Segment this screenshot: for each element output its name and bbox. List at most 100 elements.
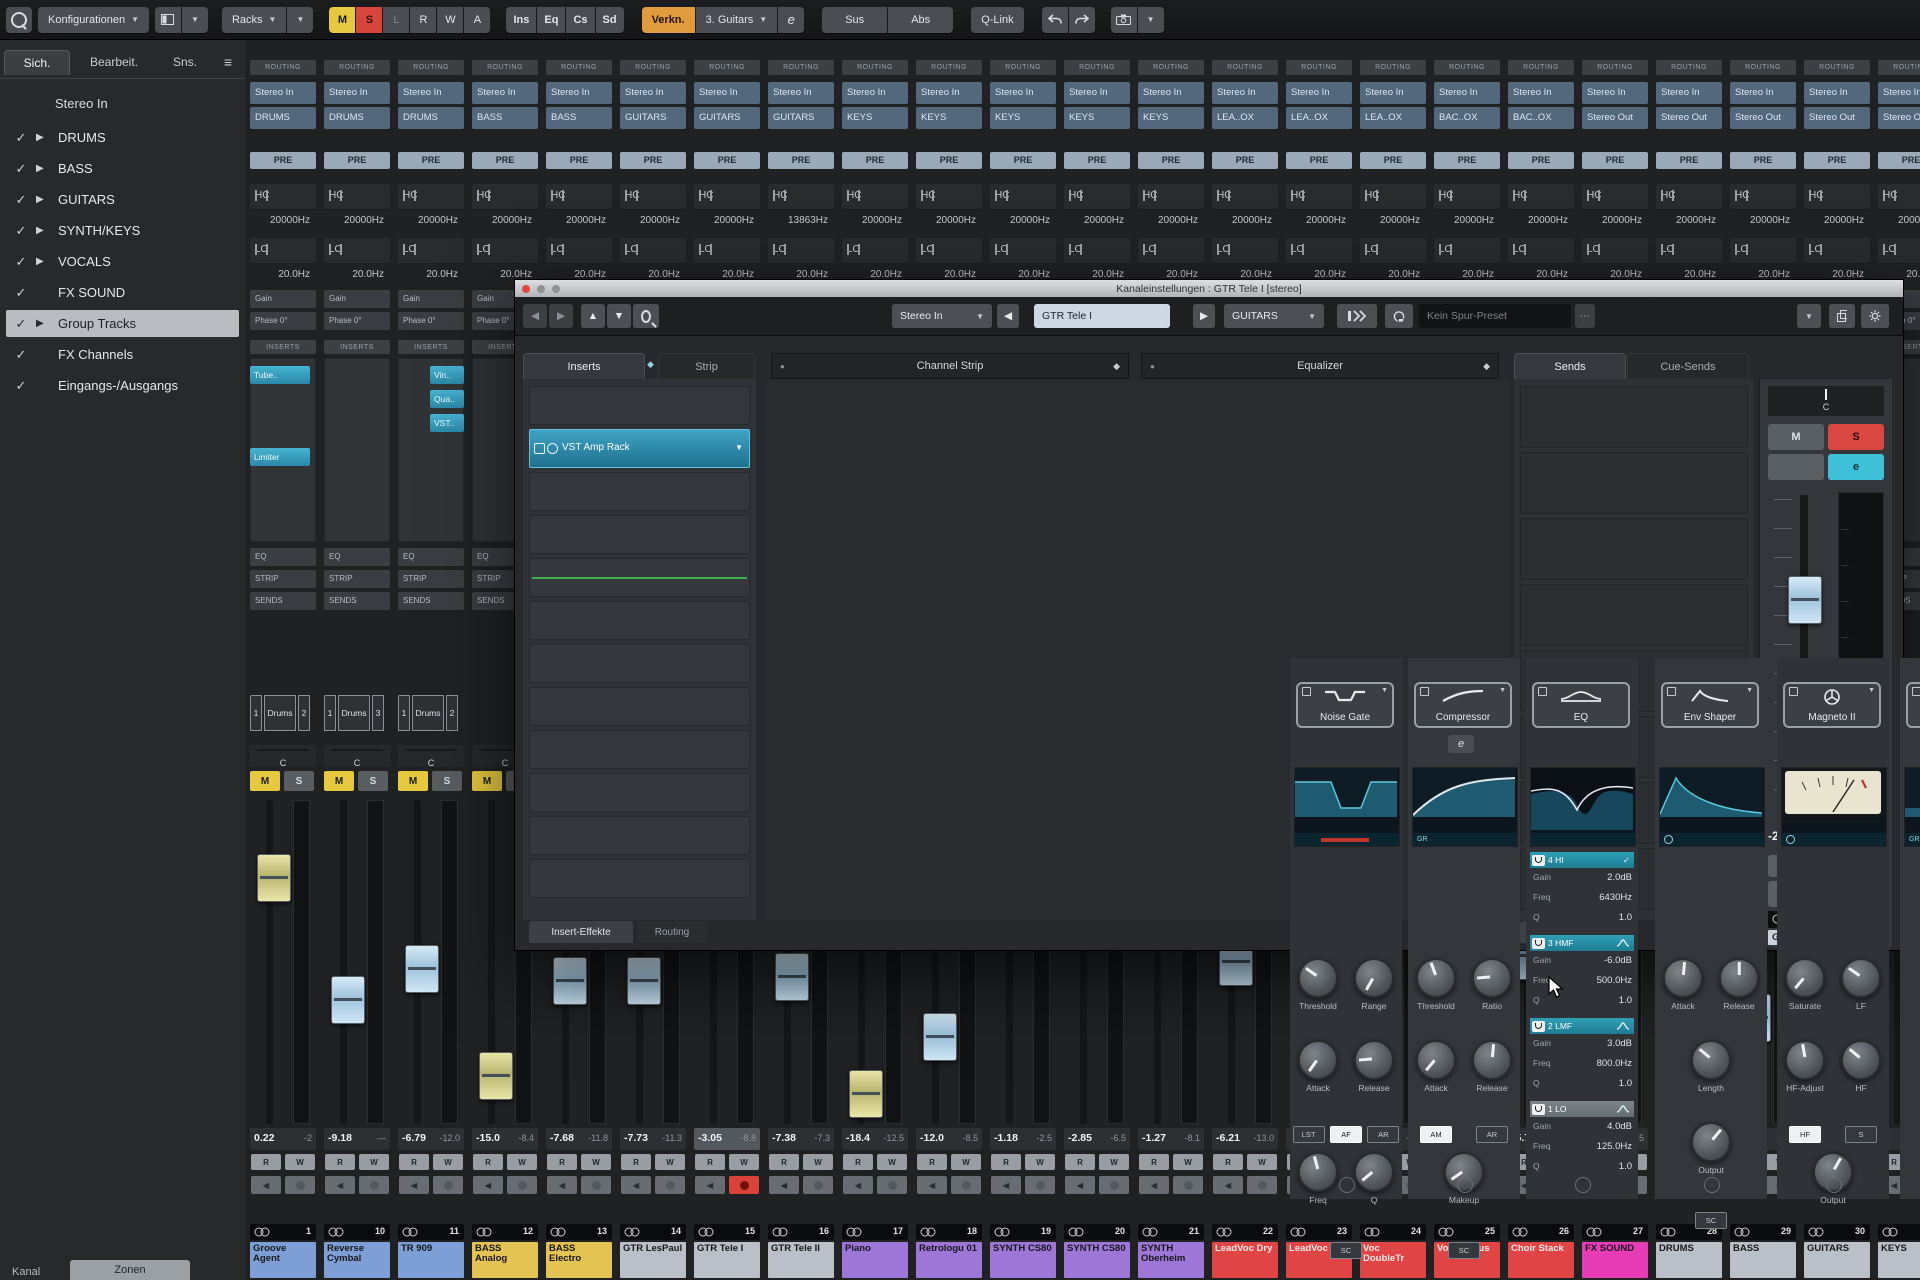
tab-sends[interactable]: Sends <box>1514 353 1626 380</box>
low-cut-filter[interactable]: LC <box>1878 238 1920 264</box>
channel-name[interactable]: GTR Tele I <box>694 1242 760 1278</box>
high-cut-freq[interactable]: 20000Hz <box>1730 212 1796 230</box>
high-cut-filter[interactable]: HC <box>1138 184 1204 210</box>
read-automation-button[interactable]: R <box>769 1154 799 1170</box>
input-routing-slot[interactable]: Stereo In <box>1138 82 1204 104</box>
sidebar-item-vocals[interactable]: ✓▶VOCALS <box>6 248 239 275</box>
fader-handle[interactable] <box>1788 576 1822 624</box>
pre-gain-button[interactable]: PRE <box>1434 152 1500 169</box>
input-routing-slot[interactable]: Stereo In <box>1804 82 1870 104</box>
high-cut-filter[interactable]: HC <box>620 184 686 210</box>
pan-control[interactable]: C <box>1768 386 1884 416</box>
channel-link-icon[interactable] <box>1337 304 1377 328</box>
output-routing-slot[interactable]: Stereo Out <box>1656 107 1722 129</box>
read-automation-button[interactable]: R <box>843 1154 873 1170</box>
high-cut-freq[interactable]: 20000Hz <box>694 212 760 230</box>
low-cut-filter[interactable]: LC <box>1804 238 1870 264</box>
routing-rack-header[interactable]: ROUTING <box>1656 60 1722 75</box>
routing-rack-header[interactable]: ROUTING <box>398 60 464 75</box>
input-routing-slot[interactable]: Stereo In <box>842 82 908 104</box>
high-cut-filter[interactable]: HC <box>250 184 316 210</box>
channel-name[interactable]: SYNTH CS80 <box>1064 1242 1130 1278</box>
high-cut-filter[interactable]: HC <box>1656 184 1722 210</box>
pre-gain-button[interactable]: PRE <box>546 152 612 169</box>
send-slot-5[interactable] <box>1520 650 1748 712</box>
write-automation-button[interactable]: W <box>1099 1154 1129 1170</box>
pre-gain-button[interactable]: PRE <box>324 152 390 169</box>
low-cut-filter[interactable]: LC <box>1360 238 1426 264</box>
fader-handle[interactable] <box>849 1070 883 1118</box>
sends-rack-button[interactable]: SENDS <box>324 592 390 610</box>
routing-rack-header[interactable]: ROUTING <box>546 60 612 75</box>
output-routing-slot[interactable]: DRUMS <box>398 107 464 129</box>
high-cut-filter[interactable]: HC <box>1508 184 1574 210</box>
input-routing-slot[interactable]: Stereo In <box>694 82 760 104</box>
insert-slot-10[interactable] <box>529 773 750 812</box>
input-routing-slot[interactable]: Stereo In <box>1064 82 1130 104</box>
fader-handle[interactable] <box>1589 1016 1623 1064</box>
input-channel-label[interactable]: Stereo In <box>55 96 108 111</box>
channel-name[interactable]: Piano <box>842 1242 908 1278</box>
routing-rack-header[interactable]: ROUTING <box>1804 60 1870 75</box>
inserts-rack-header[interactable]: INSERTS <box>398 340 464 354</box>
high-cut-freq[interactable]: 20000Hz <box>1212 212 1278 230</box>
monitor-button[interactable]: ◀ <box>1768 881 1824 907</box>
high-cut-freq[interactable]: 20000Hz <box>842 212 908 230</box>
monitor-button[interactable]: ◀ <box>1583 1176 1613 1194</box>
sidebar-item-drums[interactable]: ✓▶DRUMS <box>6 124 239 151</box>
output-routing-slot[interactable]: LEA..OX <box>1360 107 1426 129</box>
preset-icon[interactable] <box>1385 304 1413 328</box>
channel-name-field[interactable]: GTR Tele I <box>1034 304 1170 328</box>
mute-button[interactable]: M <box>398 771 428 791</box>
monitor-button[interactable]: ◀ <box>621 1176 651 1194</box>
low-cut-filter[interactable]: LC <box>1730 238 1796 264</box>
routing-rack-header[interactable]: ROUTING <box>1508 60 1574 75</box>
monitor-button[interactable]: ◀ <box>251 1176 281 1194</box>
insert-slot-plugin[interactable]: Tube.. <box>250 366 310 384</box>
routing-rack-header[interactable]: ROUTING <box>990 60 1056 75</box>
strip-rack-button[interactable]: STRIP <box>398 570 464 588</box>
monitor-button[interactable]: ◀ <box>1213 1176 1243 1194</box>
record-enable-button[interactable] <box>655 1176 685 1194</box>
routing-rack-header[interactable]: ROUTING <box>250 60 316 75</box>
monitor-button[interactable]: ◀ <box>843 1176 873 1194</box>
monitor-button[interactable]: ◀ <box>917 1176 947 1194</box>
read-automation-button[interactable]: R <box>1657 1154 1687 1170</box>
sus-button[interactable]: Sus <box>822 7 887 33</box>
output-routing-select[interactable]: GUITARS▼ <box>1224 304 1324 328</box>
output-routing-slot[interactable]: Stereo Out <box>1804 107 1870 129</box>
monitor-button[interactable]: ◀ <box>1731 1176 1761 1194</box>
high-cut-freq[interactable]: 20000Hz <box>1878 212 1920 230</box>
sidebar-item-synth-keys[interactable]: ✓▶SYNTH/KEYS <box>6 217 239 244</box>
monitor-button[interactable]: ◀ <box>1287 1176 1317 1194</box>
high-cut-freq[interactable]: 20000Hz <box>1508 212 1574 230</box>
link-group-select[interactable]: 3. Guitars▼ <box>696 7 778 33</box>
track-picture[interactable]: 1Drums3 <box>324 695 390 735</box>
low-cut-filter[interactable]: LC <box>694 238 760 264</box>
record-enable-button[interactable] <box>1765 1176 1795 1194</box>
write-automation-button[interactable]: W <box>1469 1154 1499 1170</box>
fader-track[interactable] <box>266 800 273 1124</box>
phase-control[interactable]: Phase 0° <box>324 312 390 330</box>
record-enable-button[interactable] <box>359 1176 389 1194</box>
routing-rack-header[interactable]: ROUTING <box>916 60 982 75</box>
output-routing-slot[interactable]: KEYS <box>916 107 982 129</box>
inserts-rack-header[interactable]: INSERTS <box>324 340 390 354</box>
high-cut-filter[interactable]: HC <box>1064 184 1130 210</box>
gear-icon[interactable] <box>1861 304 1889 328</box>
high-cut-filter[interactable]: HC <box>916 184 982 210</box>
bottom-tab-kanal[interactable]: Kanal <box>12 1266 40 1278</box>
high-cut-filter[interactable]: HC <box>1212 184 1278 210</box>
record-enable-button[interactable] <box>803 1176 833 1194</box>
sidebar-item-bass[interactable]: ✓▶BASS <box>6 155 239 182</box>
phase-control[interactable]: Phase 0° <box>398 312 464 330</box>
monitor-button[interactable]: ◀ <box>1361 1176 1391 1194</box>
routing-rack-header[interactable]: ROUTING <box>1360 60 1426 75</box>
pan-control[interactable]: C <box>398 745 464 767</box>
record-enable-button[interactable] <box>1247 1176 1277 1194</box>
monitor-button[interactable]: ◀ <box>325 1176 355 1194</box>
high-cut-freq[interactable]: 20000Hz <box>916 212 982 230</box>
input-routing-slot[interactable]: Stereo In <box>324 82 390 104</box>
tab-edit[interactable]: Bearbeit. <box>72 50 156 74</box>
high-cut-filter[interactable]: HC <box>1804 184 1870 210</box>
